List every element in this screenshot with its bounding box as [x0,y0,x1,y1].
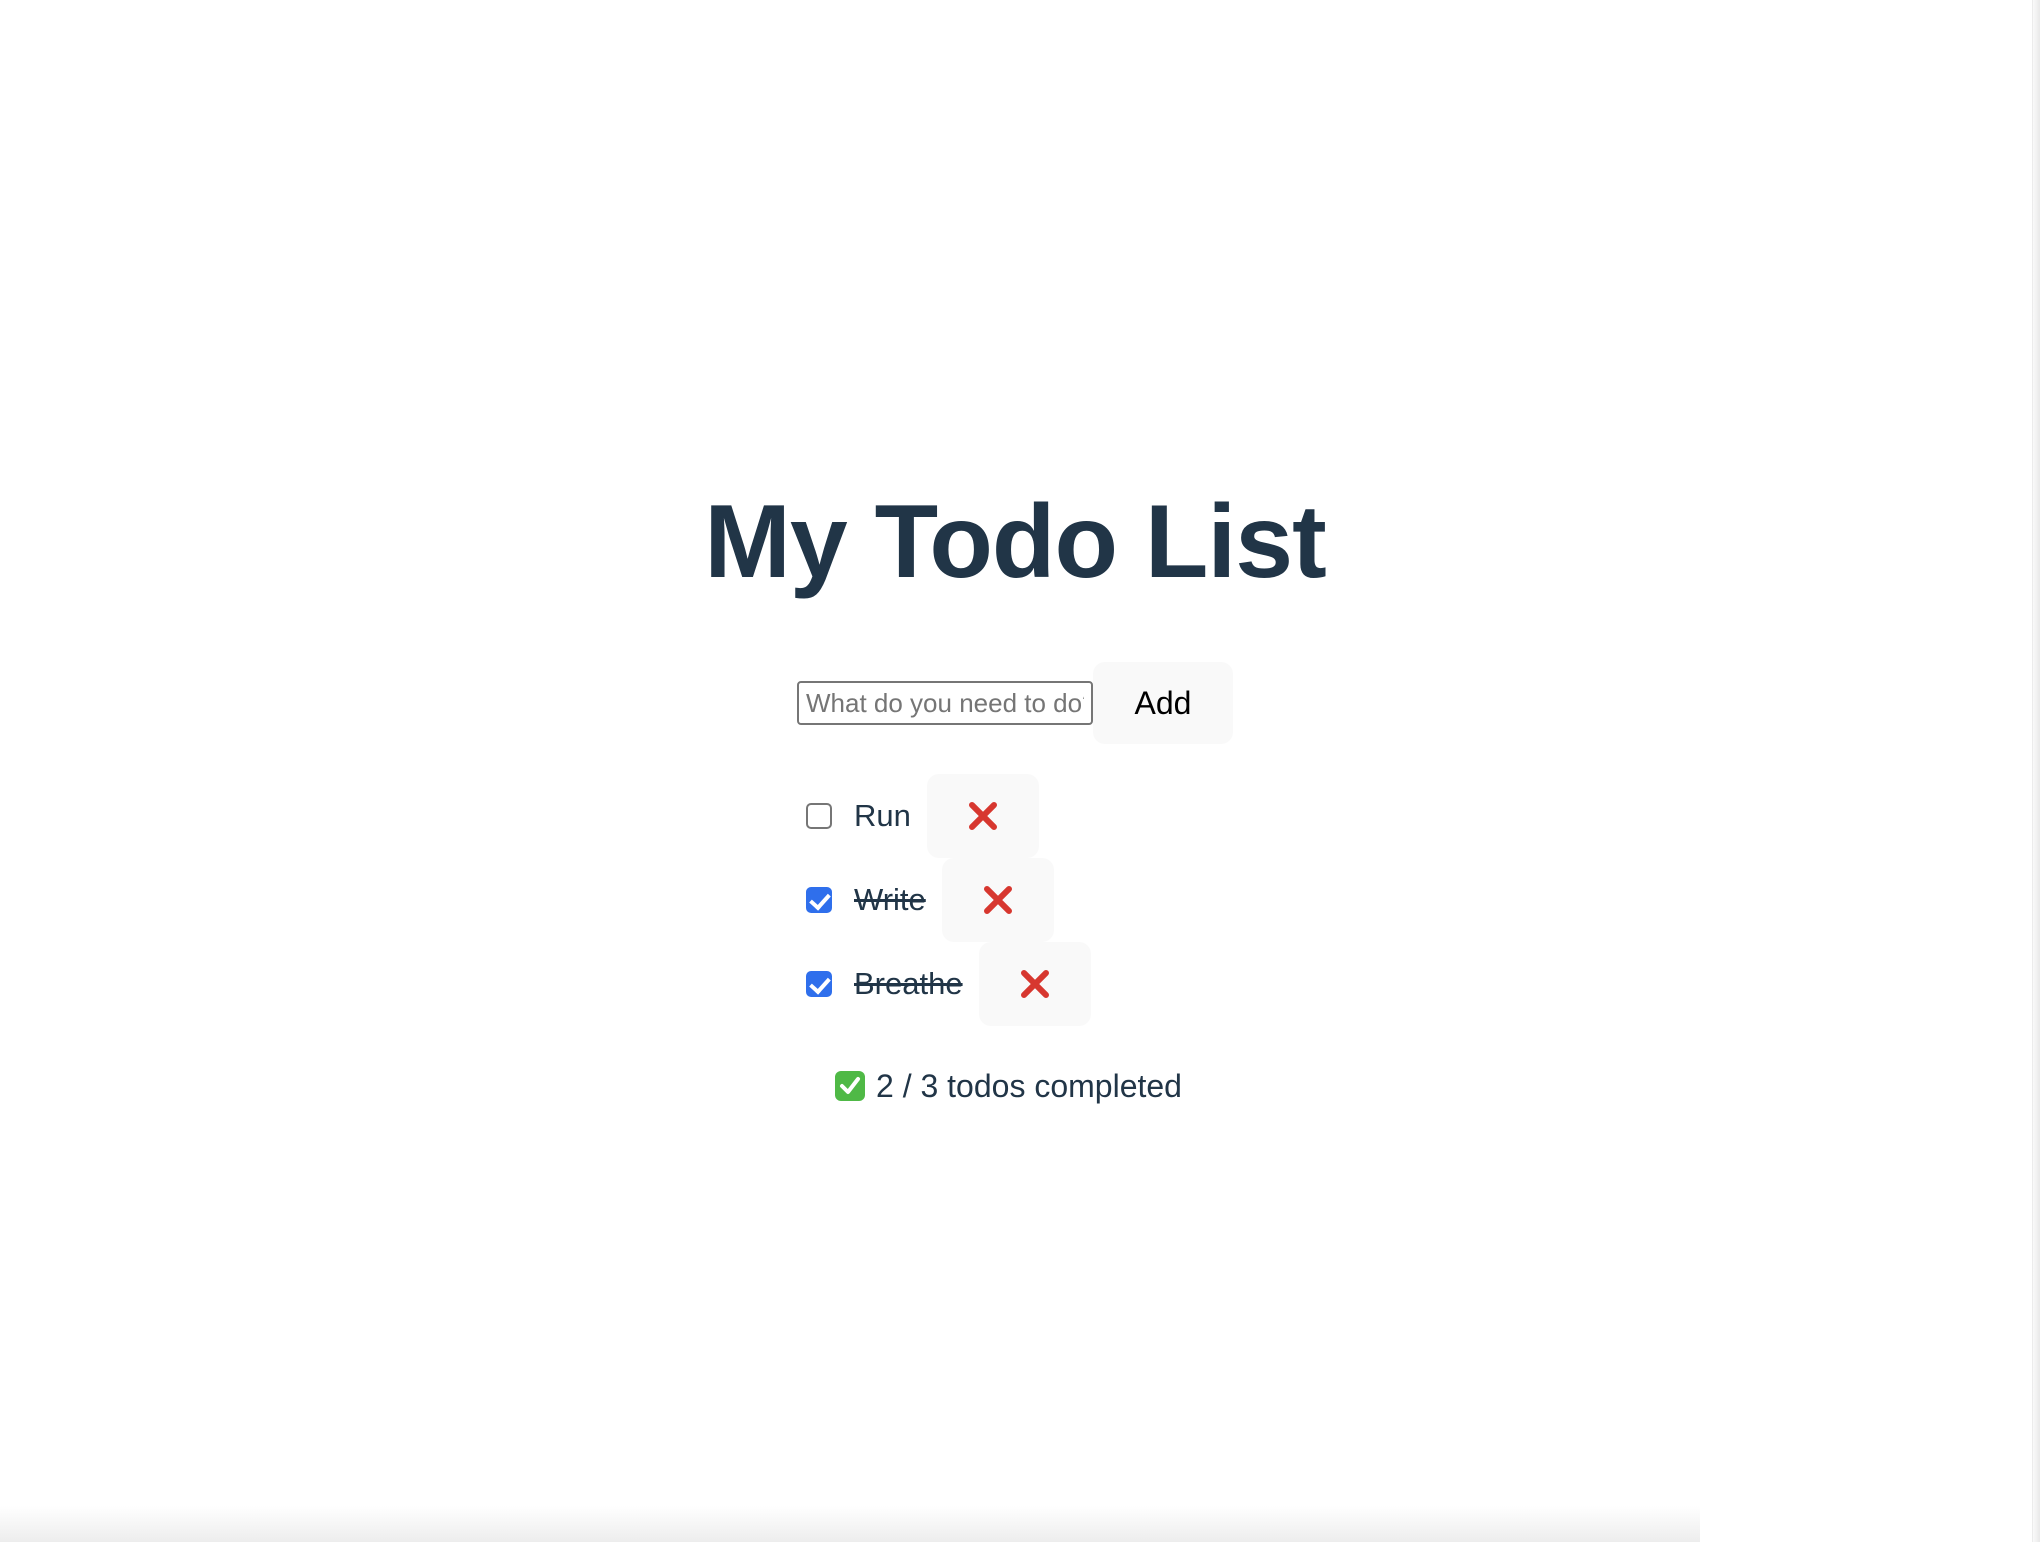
completion-summary: 2 / 3 todos completed [834,1064,1182,1108]
new-todo-input[interactable] [797,681,1093,725]
check-mark-icon [835,1071,865,1101]
todo-checkbox[interactable] [806,887,832,913]
todo-list: Run Write Breathe [806,774,1091,1026]
window-edge [2032,0,2040,1542]
todo-item: Run [806,774,1091,858]
todo-label: Write [854,882,926,917]
close-icon [968,802,997,830]
delete-todo-button[interactable] [941,858,1054,942]
todo-checkbox[interactable] [806,971,832,997]
summary-text: 2 / 3 todos completed [876,1067,1182,1104]
todo-item: Write [806,858,1091,942]
page-title: My Todo List [704,484,1327,600]
bottom-shadow [0,1506,1700,1542]
todo-checkbox[interactable] [806,803,832,829]
close-icon [1020,970,1049,998]
delete-todo-button[interactable] [926,774,1039,858]
todo-label: Breathe [854,966,963,1001]
add-todo-form: Add [797,662,1233,744]
todo-item: Breathe [806,942,1091,1026]
close-icon [983,886,1012,914]
add-button[interactable]: Add [1093,662,1233,744]
todo-app: My Todo List Add Run Write Bre [0,0,2040,1542]
todo-label: Run [854,798,911,833]
delete-todo-button[interactable] [978,942,1091,1026]
